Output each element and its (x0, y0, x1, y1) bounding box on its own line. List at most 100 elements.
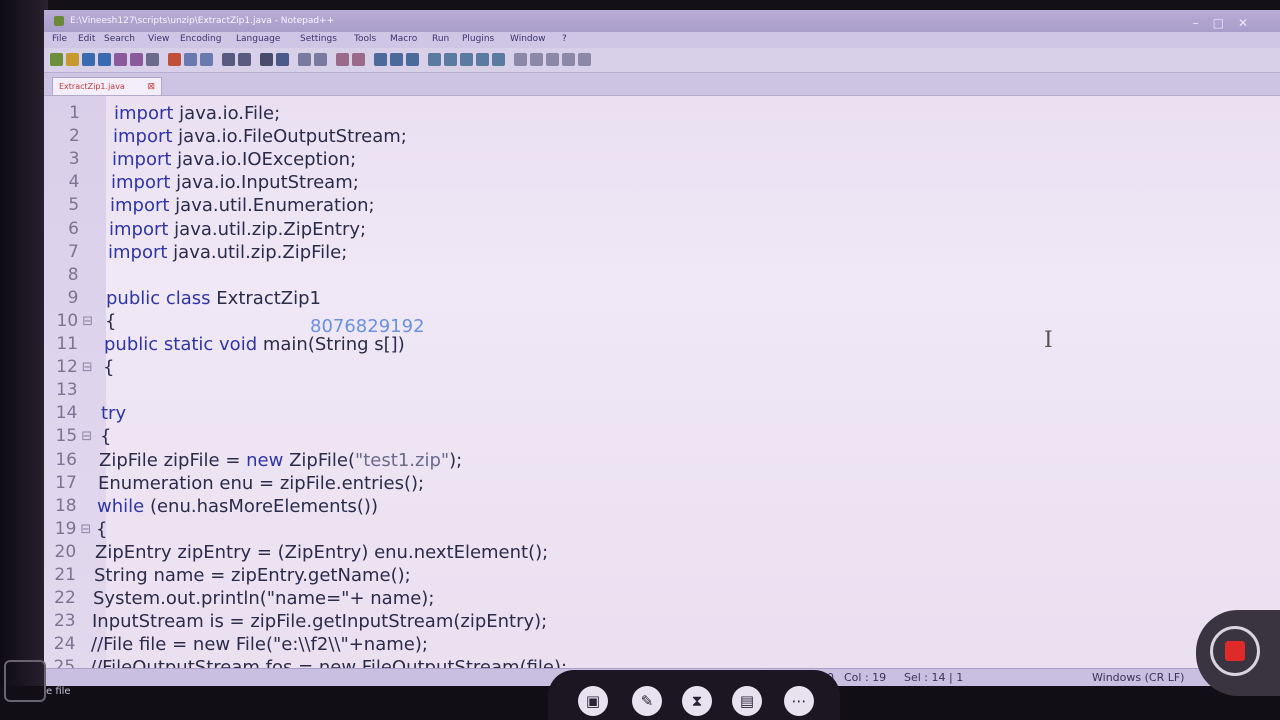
paste-icon[interactable] (200, 53, 213, 66)
taskbar-label: e file (46, 686, 71, 697)
menu-tools[interactable]: Tools (354, 34, 376, 44)
close-file-icon[interactable] (114, 53, 127, 66)
code-line[interactable]: 1 import java.io.File; (44, 102, 1280, 125)
menu-search[interactable]: Search (104, 34, 135, 44)
code-line[interactable]: 15 ⊟ { (44, 425, 1280, 448)
save-all-icon[interactable] (98, 53, 111, 66)
save-macro-icon[interactable] (578, 53, 591, 66)
status-eol[interactable]: Windows (CR LF) (1092, 669, 1184, 686)
title-bar[interactable]: E:\Vineesh127\scripts\unzip\ExtractZip1.… (44, 10, 1280, 32)
find-icon[interactable] (260, 53, 273, 66)
monitor-icon[interactable] (492, 53, 505, 66)
draw-icon[interactable]: ✎ (632, 686, 662, 716)
menu-macro[interactable]: Macro (390, 34, 417, 44)
code-line[interactable]: 24 //File file = new File("e:\\f2\\"+name… (44, 633, 1280, 656)
fold-marker-icon[interactable]: ⊟ (82, 310, 93, 333)
run-macro-multiple-icon[interactable] (562, 53, 575, 66)
line-number: 9 (67, 287, 79, 308)
code-line[interactable]: 14 try (44, 402, 1280, 425)
gallery-icon[interactable]: ▤ (732, 686, 762, 716)
indent-guide-icon[interactable] (406, 53, 419, 66)
code-line[interactable]: 11 public static void main(String s[]) (44, 333, 1280, 356)
menu-run[interactable]: Run (432, 34, 449, 44)
print-icon[interactable] (146, 53, 159, 66)
code-line[interactable]: 6 import java.util.zip.ZipEntry; (44, 218, 1280, 241)
screenshot-icon[interactable]: ▣ (578, 686, 608, 716)
function-list-icon[interactable] (460, 53, 473, 66)
code-fragment: java.io.FileOutputStream; (172, 126, 407, 148)
code-fragment: InputStream is = zipFile.getInputStream(… (92, 611, 548, 633)
new-file-icon[interactable] (50, 53, 63, 66)
code-line[interactable]: 12 ⊟ { (44, 356, 1280, 379)
menu-edit[interactable]: Edit (78, 34, 95, 44)
lang-icon[interactable] (428, 53, 441, 66)
code-text: System.out.println("name="+ name); (93, 587, 434, 610)
word-wrap-icon[interactable] (374, 53, 387, 66)
all-chars-icon[interactable] (390, 53, 403, 66)
screen-bezel-left (0, 0, 48, 720)
menu-language[interactable]: Language (236, 34, 280, 44)
code-line[interactable]: 19 ⊟{ (44, 518, 1280, 541)
code-line[interactable]: 9 public class ExtractZip1 (44, 287, 1280, 310)
doc-map-icon[interactable] (444, 53, 457, 66)
code-line[interactable]: 18 while (enu.hasMoreElements()) (44, 495, 1280, 518)
close-all-icon[interactable] (130, 53, 143, 66)
code-line[interactable]: 16 ZipFile zipFile = new ZipFile("test1.z… (44, 449, 1280, 472)
code-editor[interactable]: 1 import java.io.File; 2 import java.io.Fil… (44, 96, 1280, 678)
menu-plugins[interactable]: Plugins (462, 34, 494, 44)
code-line[interactable]: 17 Enumeration enu = zipFile.entries(); (44, 472, 1280, 495)
code-line[interactable]: 21 String name = zipEntry.getName(); (44, 564, 1280, 587)
minimize-button[interactable]: – (1193, 16, 1213, 30)
menu-encoding[interactable]: Encoding (180, 34, 221, 44)
code-line[interactable]: 13 (44, 379, 1280, 402)
copy-icon[interactable] (184, 53, 197, 66)
record-macro-icon[interactable] (514, 53, 527, 66)
fold-marker-icon[interactable]: ⊟ (81, 425, 92, 448)
menu-file[interactable]: File (52, 34, 67, 44)
fold-marker-icon[interactable]: ⊟ (80, 518, 91, 541)
code-line[interactable]: 2 import java.io.FileOutputStream; (44, 125, 1280, 148)
sync-h-icon[interactable] (352, 53, 365, 66)
open-file-icon[interactable] (66, 53, 79, 66)
window-controls[interactable]: –□✕ (1193, 12, 1262, 34)
maximize-button[interactable]: □ (1213, 16, 1238, 30)
code-line[interactable]: 23 InputStream is = zipFile.getInputStrea… (44, 610, 1280, 633)
zoom-in-icon[interactable] (298, 53, 311, 66)
timer-icon[interactable]: ⧗ (682, 686, 712, 716)
stop-macro-icon[interactable] (530, 53, 543, 66)
code-line[interactable]: 5 import java.util.Enumeration; (44, 194, 1280, 217)
tab-extractzip1[interactable]: ExtractZip1.java ⊠ (52, 77, 162, 95)
redo-icon[interactable] (238, 53, 251, 66)
code-text: try (101, 402, 126, 425)
folder-workspace-icon[interactable] (476, 53, 489, 66)
watermark-number: 8076829192 (310, 316, 425, 337)
fold-marker-icon[interactable]: ⊟ (82, 356, 93, 379)
code-line[interactable]: 3 import java.io.IOException; (44, 148, 1280, 171)
tab-close-icon[interactable]: ⊠ (147, 78, 155, 96)
window-corner-icon[interactable] (4, 660, 46, 702)
save-icon[interactable] (82, 53, 95, 66)
record-button[interactable] (1196, 610, 1280, 696)
code-line[interactable]: 20 ZipEntry zipEntry = (ZipEntry) enu.nex… (44, 541, 1280, 564)
code-line[interactable]: 22 System.out.println("name="+ name); (44, 587, 1280, 610)
code-line[interactable]: 4 import java.io.InputStream; (44, 171, 1280, 194)
code-text: ZipFile zipFile = new ZipFile("test1.zip… (99, 449, 462, 472)
play-macro-icon[interactable] (546, 53, 559, 66)
more-icon[interactable]: ⋯ (784, 686, 814, 716)
status-sel: Sel : 14 | 1 (904, 671, 964, 684)
code-text: { (100, 425, 111, 448)
code-line[interactable]: 8 (44, 264, 1280, 287)
sync-v-icon[interactable] (336, 53, 349, 66)
undo-icon[interactable] (222, 53, 235, 66)
code-line[interactable]: 7 import java.util.zip.ZipFile; (44, 241, 1280, 264)
close-button[interactable]: ✕ (1238, 16, 1262, 30)
menu-window[interactable]: Window (510, 34, 546, 44)
menu-view[interactable]: View (148, 34, 169, 44)
code-fragment: ); (449, 449, 463, 471)
cut-icon[interactable] (168, 53, 181, 66)
zoom-out-icon[interactable] (314, 53, 327, 66)
code-line[interactable]: 10 ⊟ { (44, 310, 1280, 333)
menu-settings[interactable]: Settings (300, 34, 337, 44)
menu-help[interactable]: ? (562, 34, 567, 44)
replace-icon[interactable] (276, 53, 289, 66)
